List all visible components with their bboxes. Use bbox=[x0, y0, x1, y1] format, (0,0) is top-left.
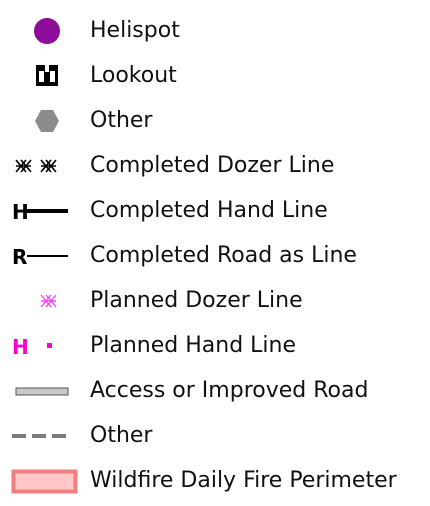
legend-item-planned-hand-line: H Planned Hand Line bbox=[0, 324, 430, 368]
legend-item-other-point: Other bbox=[0, 99, 430, 143]
legend-label: Completed Dozer Line bbox=[90, 153, 335, 178]
binoculars-icon bbox=[0, 54, 84, 98]
road-line-icon: R bbox=[0, 234, 84, 278]
hexagon-icon bbox=[0, 99, 84, 143]
planned-hand-line-icon: H bbox=[0, 324, 84, 368]
legend-item-completed-dozer-line: Completed Dozer Line bbox=[0, 144, 430, 188]
legend-item-other-line: Other bbox=[0, 414, 430, 458]
legend-label: Wildfire Daily Fire Perimeter bbox=[90, 468, 397, 493]
legend-label: Completed Hand Line bbox=[90, 198, 328, 223]
legend-item-wildfire-perimeter: Wildfire Daily Fire Perimeter bbox=[0, 459, 430, 503]
legend-label: Access or Improved Road bbox=[90, 378, 369, 403]
dashed-line-icon bbox=[0, 414, 84, 458]
legend-item-access-or-improved-road: Access or Improved Road bbox=[0, 369, 430, 413]
legend-label: Planned Dozer Line bbox=[90, 288, 303, 313]
legend-item-completed-hand-line: H Completed Hand Line bbox=[0, 189, 430, 233]
legend-label: Other bbox=[90, 108, 153, 133]
legend-item-lookout: Lookout bbox=[0, 54, 430, 98]
legend-item-helispot: Helispot bbox=[0, 9, 430, 53]
helispot-circle-icon bbox=[0, 9, 84, 53]
fire-perimeter-icon bbox=[0, 459, 84, 503]
legend-label: Other bbox=[90, 423, 153, 448]
legend-label: Planned Hand Line bbox=[90, 333, 297, 358]
legend-label: Helispot bbox=[90, 18, 180, 43]
dozer-line-icon bbox=[0, 144, 84, 188]
hand-line-icon: H bbox=[0, 189, 84, 233]
planned-dozer-line-icon bbox=[0, 279, 84, 323]
legend-item-planned-dozer-line: Planned Dozer Line bbox=[0, 279, 430, 323]
map-legend: Helispot Lookout Other Completed Dozer L… bbox=[0, 0, 430, 506]
planned-hand-line-h-glyph: H bbox=[12, 335, 29, 359]
legend-item-completed-road-as-line: R Completed Road as Line bbox=[0, 234, 430, 278]
legend-label: Lookout bbox=[90, 63, 177, 88]
road-line-r-glyph: R bbox=[12, 245, 27, 269]
legend-label: Completed Road as Line bbox=[90, 243, 357, 268]
improved-road-icon bbox=[0, 369, 84, 413]
